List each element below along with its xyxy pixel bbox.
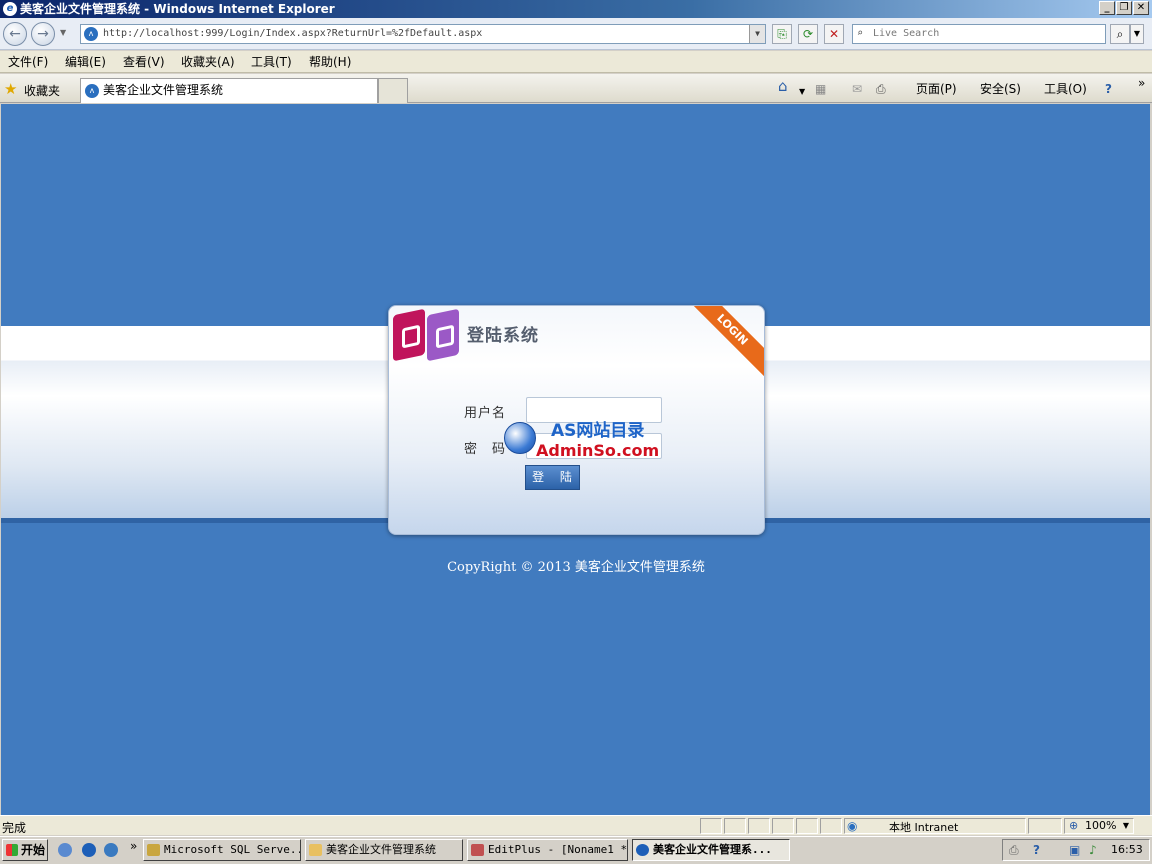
status-bar: 完成 ◉ 本地 Intranet ⊕ 100% ▼ xyxy=(0,815,1152,835)
new-tab-button[interactable] xyxy=(378,78,408,103)
status-pane xyxy=(796,818,818,834)
menu-edit[interactable]: 编辑(E) xyxy=(65,55,106,69)
menu-bar: 文件(F) 编辑(E) 查看(V) 收藏夹(A) 工具(T) 帮助(H) xyxy=(0,51,1152,73)
quicklaunch-desktop-icon[interactable] xyxy=(104,843,118,857)
minimize-button[interactable]: _ xyxy=(1099,1,1115,15)
ie-task-icon xyxy=(636,844,649,856)
mail-icon[interactable]: ✉ xyxy=(852,82,862,96)
quicklaunch-server-icon[interactable] xyxy=(58,843,72,857)
tools-menu[interactable]: 工具(O) xyxy=(1044,82,1087,96)
menu-file[interactable]: 文件(F) xyxy=(8,55,48,69)
back-button[interactable]: ← xyxy=(3,22,27,46)
close-window-button[interactable]: ✕ xyxy=(1133,1,1149,15)
page-icon: ʌ xyxy=(84,27,98,41)
home-icon[interactable]: ⌂ xyxy=(778,79,788,94)
menu-tools[interactable]: 工具(T) xyxy=(251,55,292,69)
search-provider-icon: ⌕ xyxy=(857,28,864,39)
login-title: 登陆系统 xyxy=(467,326,539,346)
favorites-button[interactable]: 收藏夹 xyxy=(24,82,60,99)
task-editplus[interactable]: EditPlus - [Noname1 *] xyxy=(467,839,628,861)
search-button[interactable]: ⌕ xyxy=(1110,24,1130,44)
zoom-dropdown-icon: ▼ xyxy=(1122,821,1129,830)
status-pane xyxy=(748,818,770,834)
status-pane xyxy=(724,818,746,834)
safety-menu[interactable]: 安全(S) xyxy=(980,82,1021,96)
watermark-line2: AdminSo.com xyxy=(536,441,660,460)
status-pane xyxy=(820,818,842,834)
login-button[interactable]: 登 陆 xyxy=(525,465,580,490)
zoom-control[interactable]: ⊕ 100% ▼ xyxy=(1064,818,1134,834)
favorites-bar: ★ 收藏夹 ʌ 美客企业文件管理系统 ⌂ ▼ ▦ ✉ ⎙ 页面(P) 安全(S)… xyxy=(0,74,1152,103)
restore-button[interactable]: ❐ xyxy=(1116,1,1132,15)
status-pane xyxy=(772,818,794,834)
task-ie-window[interactable]: 美客企业文件管理系... xyxy=(632,839,790,861)
editplus-icon xyxy=(471,844,484,856)
clock: 16:53 xyxy=(1111,843,1143,856)
search-input[interactable]: ⌕ Live Search xyxy=(852,24,1106,44)
copyright-text: CopyRight © 2013 美客企业文件管理系统 xyxy=(447,560,705,575)
intranet-zone-icon: ◉ xyxy=(847,819,858,833)
tab-title: 美客企业文件管理系统 xyxy=(103,83,224,97)
browser-tab[interactable]: ʌ 美客企业文件管理系统 xyxy=(80,78,378,103)
zone-label: 本地 Intranet xyxy=(889,821,959,834)
zoom-icon: ⊕ xyxy=(1069,819,1079,832)
search-options-icon[interactable]: ▼ xyxy=(1130,24,1144,44)
help-tray-icon[interactable]: ? xyxy=(1033,843,1040,857)
compatibility-icon[interactable]: ⎘ xyxy=(772,24,792,44)
ie-logo-icon: e xyxy=(3,2,17,16)
search-placeholder: Live Search xyxy=(873,28,940,39)
print-icon[interactable]: ⎙ xyxy=(876,82,886,96)
logo-mark-left-icon xyxy=(393,308,425,362)
refresh-button[interactable]: ⟳ xyxy=(798,24,818,44)
window-title: 美客企业文件管理系统 - Windows Internet Explorer xyxy=(20,2,335,16)
navigation-bar: ← → ▼ ʌ http://localhost:999/Login/Index… xyxy=(0,18,1152,50)
address-bar[interactable]: ʌ http://localhost:999/Login/Index.aspx?… xyxy=(80,24,766,44)
menu-favorites[interactable]: 收藏夹(A) xyxy=(181,55,235,69)
favorites-star-icon[interactable]: ★ xyxy=(4,80,17,98)
address-dropdown-icon[interactable]: ▼ xyxy=(749,25,765,43)
folder-icon xyxy=(309,844,322,856)
menu-view[interactable]: 查看(V) xyxy=(123,55,165,69)
protected-mode-icon[interactable] xyxy=(1028,818,1062,834)
security-zone: ◉ 本地 Intranet xyxy=(844,818,1026,834)
home-dropdown-icon[interactable]: ▼ xyxy=(799,85,805,99)
address-url: http://localhost:999/Login/Index.aspx?Re… xyxy=(103,28,483,39)
status-text: 完成 xyxy=(2,821,27,835)
watermark: AS网站目录 AdminSo.com xyxy=(500,400,662,462)
task-sql-server[interactable]: Microsoft SQL Serve... xyxy=(143,839,301,861)
network-tray-icon[interactable]: ▣ xyxy=(1069,843,1080,857)
menu-help[interactable]: 帮助(H) xyxy=(309,55,351,69)
feeds-icon[interactable]: ▦ xyxy=(815,82,826,96)
page-menu[interactable]: 页面(P) xyxy=(916,82,957,96)
globe-icon xyxy=(504,422,536,454)
system-tray: ⎙ ? ▣ ♪ 16:53 xyxy=(1002,839,1150,861)
status-pane xyxy=(700,818,722,834)
taskbar: 开始 » Microsoft SQL Serve... 美客企业文件管理系统 E… xyxy=(0,836,1152,864)
logo-mark-right-icon xyxy=(427,308,459,362)
sql-server-icon xyxy=(147,844,160,856)
window-title-bar: e 美客企业文件管理系统 - Windows Internet Explorer… xyxy=(0,0,1152,18)
forward-button[interactable]: → xyxy=(31,22,55,46)
printer-tray-icon[interactable]: ⎙ xyxy=(1009,843,1019,858)
recent-pages-dropdown-icon[interactable]: ▼ xyxy=(60,28,66,37)
quicklaunch-ie-icon[interactable] xyxy=(82,843,96,857)
more-commands-icon[interactable]: » xyxy=(1138,76,1145,90)
zoom-level: 100% xyxy=(1085,819,1117,832)
tab-page-icon: ʌ xyxy=(85,84,99,98)
stop-button[interactable]: ✕ xyxy=(824,24,844,44)
task-folder[interactable]: 美客企业文件管理系统 xyxy=(305,839,463,861)
watermark-line1: AS网站目录 xyxy=(551,421,645,441)
help-icon[interactable]: ? xyxy=(1105,82,1112,96)
login-ribbon: LOGIN xyxy=(682,306,764,380)
volume-tray-icon[interactable]: ♪ xyxy=(1089,843,1097,857)
start-button[interactable]: 开始 xyxy=(2,839,48,861)
quicklaunch-more-icon[interactable]: » xyxy=(130,839,137,853)
